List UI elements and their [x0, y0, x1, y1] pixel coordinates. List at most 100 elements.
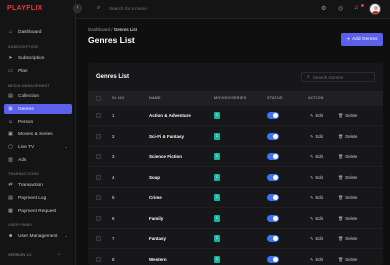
status-toggle[interactable]: [267, 173, 279, 181]
col-sl-no[interactable]: SL NO: [112, 96, 124, 100]
edit-button[interactable]: ✎ Edit: [310, 195, 323, 200]
status-toggle[interactable]: [267, 112, 279, 119]
delete-button[interactable]: 🗑 Delete: [338, 175, 357, 181]
status-toggle[interactable]: [267, 255, 279, 263]
sidebar-item-plan[interactable]: ▭ Plan: [4, 66, 72, 76]
row-sl-no: 5: [112, 195, 115, 200]
edit-label: Edit: [315, 174, 323, 180]
delete-button[interactable]: 🗑 Delete: [338, 113, 357, 119]
table-row: 8 Western C ✎ Edit 🗑 Delete: [88, 250, 383, 265]
sidebar-item-live-tv[interactable]: ▢ Live TV ⌄: [4, 142, 72, 152]
edit-button[interactable]: ✎ Edit: [310, 257, 323, 262]
edit-button[interactable]: ✎ Edit: [310, 154, 323, 159]
gear-icon[interactable]: ⚙: [321, 5, 326, 12]
status-toggle[interactable]: [267, 235, 279, 242]
theme-toggle-icon[interactable]: ◔: [57, 252, 60, 258]
delete-button[interactable]: 🗑 Delete: [338, 134, 357, 140]
select-all-checkbox[interactable]: [96, 96, 101, 101]
sidebar-item-collection[interactable]: ▤ Collection: [4, 91, 72, 101]
movies-series-badge[interactable]: C: [214, 235, 220, 242]
row-sl-no: 1: [112, 113, 115, 118]
edit-button[interactable]: ✎ Edit: [310, 236, 323, 241]
breadcrumb: Dashboard / Genres List: [88, 27, 137, 32]
avatar[interactable]: [369, 3, 381, 15]
col-movies-series[interactable]: MOVIES/SERIES: [214, 96, 246, 100]
row-checkbox[interactable]: [96, 236, 101, 241]
add-genres-button[interactable]: + Add Genres: [341, 33, 383, 46]
users-icon: ☻: [8, 232, 14, 239]
row-genre-name: Science Fiction: [149, 154, 183, 159]
col-status[interactable]: STATUS: [267, 96, 283, 100]
delete-button[interactable]: 🗑 Delete: [338, 195, 357, 201]
table-row: 3 Science Fiction C ✎ Edit 🗑 Delete: [88, 147, 383, 167]
delete-button[interactable]: 🗑 Delete: [338, 216, 357, 222]
status-toggle[interactable]: [267, 132, 279, 140]
genre-icon: ⊞: [8, 105, 13, 112]
help-icon[interactable]: ◎: [338, 5, 343, 12]
row-checkbox[interactable]: [96, 133, 101, 139]
edit-icon: ✎: [310, 256, 314, 262]
sidebar-item-transaction[interactable]: ⇄ Transaction: [4, 180, 72, 190]
row-checkbox[interactable]: [96, 195, 101, 200]
toggle-knob: [273, 113, 278, 118]
movies-series-badge[interactable]: C: [214, 255, 220, 263]
movies-series-badge[interactable]: C: [214, 153, 220, 160]
genre-search-input[interactable]: [312, 74, 368, 80]
menu-search-input[interactable]: [109, 6, 199, 11]
sidebar-item-user-management[interactable]: ☻ User Management ⌄: [4, 231, 72, 241]
sidebar-item-ads[interactable]: ▥ Ads: [4, 155, 72, 165]
row-checkbox[interactable]: [96, 154, 101, 159]
row-checkbox[interactable]: [96, 256, 101, 262]
breadcrumb-root[interactable]: Dashboard: [88, 27, 110, 32]
breadcrumb-separator: /: [111, 27, 113, 32]
movies-series-badge[interactable]: C: [214, 194, 220, 201]
genres-table-card: Genres List ⌕ SL NO NAME MOVIES/SERIES S…: [88, 63, 383, 265]
delete-button[interactable]: 🗑 Delete: [338, 257, 357, 263]
table-row: 7 Fantasy C ✎ Edit 🗑 Delete: [88, 229, 383, 249]
movies-series-badge[interactable]: C: [214, 112, 220, 119]
edit-button[interactable]: ✎ Edit: [310, 216, 323, 221]
row-genre-name: Fantasy: [149, 236, 167, 241]
sidebar-item-movies-series[interactable]: ▣ Movies & Series: [4, 129, 72, 139]
send-icon: ➤: [8, 54, 13, 61]
table-header: SL NO NAME MOVIES/SERIES STATUS ACTION: [88, 91, 383, 106]
sidebar-item-subscription[interactable]: ➤ Subscription: [4, 53, 72, 63]
toggle-knob: [273, 195, 278, 200]
bell-icon[interactable]: ♫: [354, 5, 359, 11]
sidebar-item-label: Payment Log: [18, 195, 47, 201]
sidebar-item-person[interactable]: ☺ Person: [4, 117, 72, 127]
row-checkbox[interactable]: [96, 113, 101, 118]
sidebar-item-label: User Management: [18, 233, 58, 239]
delete-button[interactable]: 🗑 Delete: [338, 154, 357, 160]
edit-icon: ✎: [310, 195, 314, 200]
edit-button[interactable]: ✎ Edit: [310, 113, 323, 118]
movies-series-badge[interactable]: C: [214, 173, 220, 181]
row-sl-no: 4: [112, 174, 115, 180]
genre-search-box: ⌕: [301, 72, 375, 82]
status-toggle[interactable]: [267, 153, 279, 160]
col-name[interactable]: NAME: [149, 96, 161, 100]
toggle-knob: [273, 236, 278, 241]
status-toggle[interactable]: [267, 214, 279, 222]
status-toggle[interactable]: [267, 194, 279, 201]
sidebar-item-dashboard[interactable]: ⌂ Dashboard: [4, 27, 72, 37]
row-genre-name: Family: [149, 215, 164, 221]
movies-series-badge[interactable]: C: [214, 214, 220, 222]
row-genre-name: Action & Adventure: [149, 113, 191, 118]
row-checkbox[interactable]: [96, 174, 101, 180]
movies-series-badge[interactable]: C: [214, 132, 220, 140]
folder-icon: ▤: [8, 92, 13, 99]
delete-button[interactable]: 🗑 Delete: [338, 236, 357, 242]
search-icon: ⌕: [97, 5, 101, 11]
sidebar-item-payment-log[interactable]: ▤ Payment Log: [4, 193, 72, 203]
sidebar-item-genres[interactable]: ⊞ Genres: [4, 104, 72, 114]
row-checkbox[interactable]: [96, 215, 101, 221]
sidebar-item-label: Live TV: [18, 144, 35, 150]
edit-button[interactable]: ✎ Edit: [310, 134, 323, 139]
sidebar-item-payment-request[interactable]: ▦ Payment Request: [4, 206, 72, 216]
sidebar-collapse-button[interactable]: ‹: [73, 4, 82, 13]
request-icon: ▦: [8, 207, 13, 214]
edit-button[interactable]: ✎ Edit: [310, 175, 323, 180]
brand-logo[interactable]: PLAYFLIX: [7, 5, 43, 12]
row-sl-no: 7: [112, 236, 115, 241]
